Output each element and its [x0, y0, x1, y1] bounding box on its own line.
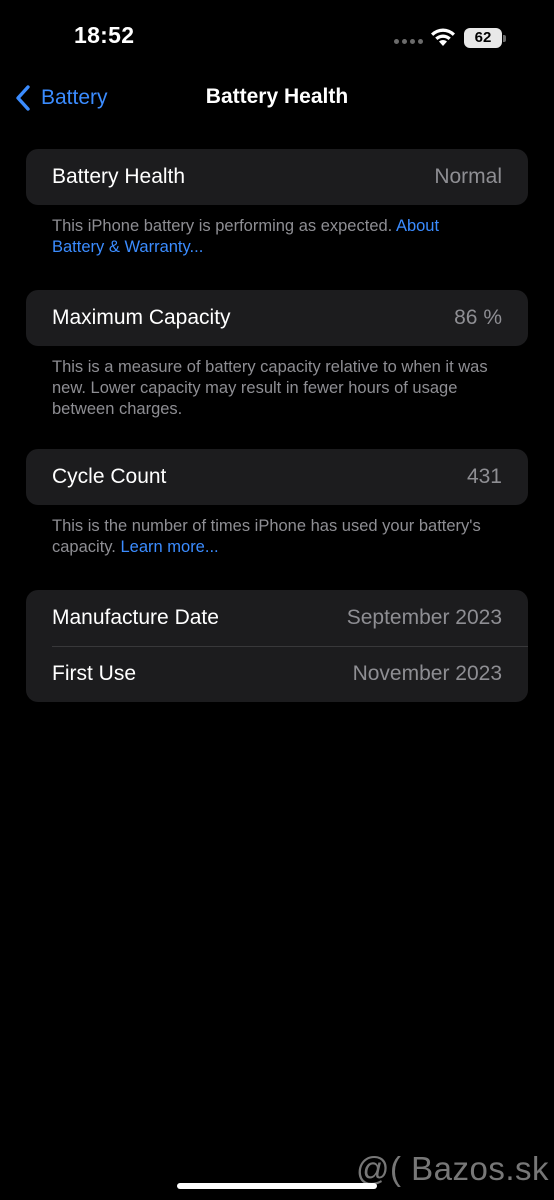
page-title: Battery Health — [205, 85, 349, 108]
cycle-count-label: Cycle Count — [52, 465, 167, 488]
battery-level: 62 — [464, 28, 502, 48]
first-use-value: November 2023 — [352, 662, 502, 685]
maximum-capacity-footnote: This is a measure of battery capacity re… — [52, 358, 488, 418]
learn-more-link[interactable]: Learn more... — [120, 538, 218, 556]
battery-health-footnote-text: This iPhone battery is performing as exp… — [52, 217, 396, 235]
cycle-count-footnote-text: This is the number of times iPhone has u… — [52, 517, 481, 556]
cycle-count-group: Cycle Count 431 — [26, 449, 528, 505]
cellular-signal-icon — [394, 39, 423, 47]
first-use-label: First Use — [52, 662, 136, 685]
wifi-icon — [430, 26, 456, 48]
cycle-count-row: Cycle Count 431 — [26, 449, 528, 505]
battery-icon: 62 — [464, 28, 506, 48]
manufacture-date-row: Manufacture Date September 2023 — [26, 590, 528, 646]
maximum-capacity-row: Maximum Capacity 86 % — [26, 290, 528, 346]
home-indicator[interactable] — [177, 1183, 377, 1189]
maximum-capacity-label: Maximum Capacity — [52, 306, 231, 329]
status-time: 18:52 — [74, 22, 135, 48]
first-use-row: First Use November 2023 — [26, 646, 528, 702]
battery-health-value: Normal — [434, 165, 502, 188]
battery-health-footnote: This iPhone battery is performing as exp… — [52, 216, 492, 258]
battery-health-group: Battery Health Normal — [26, 149, 528, 205]
cycle-count-value: 431 — [466, 465, 502, 488]
battery-health-row: Battery Health Normal — [26, 149, 528, 205]
manufacture-date-value: September 2023 — [346, 606, 502, 629]
manufacture-date-label: Manufacture Date — [52, 606, 219, 629]
status-bar: 18:52 62 — [0, 0, 554, 76]
cycle-count-footnote: This is the number of times iPhone has u… — [52, 516, 492, 558]
maximum-capacity-value: 86 % — [454, 306, 502, 329]
battery-health-label: Battery Health — [52, 165, 186, 188]
maximum-capacity-group: Maximum Capacity 86 % — [26, 290, 528, 346]
dates-group: Manufacture Date September 2023 First Us… — [26, 590, 528, 702]
watermark: @( Bazos.sk — [356, 1150, 550, 1187]
